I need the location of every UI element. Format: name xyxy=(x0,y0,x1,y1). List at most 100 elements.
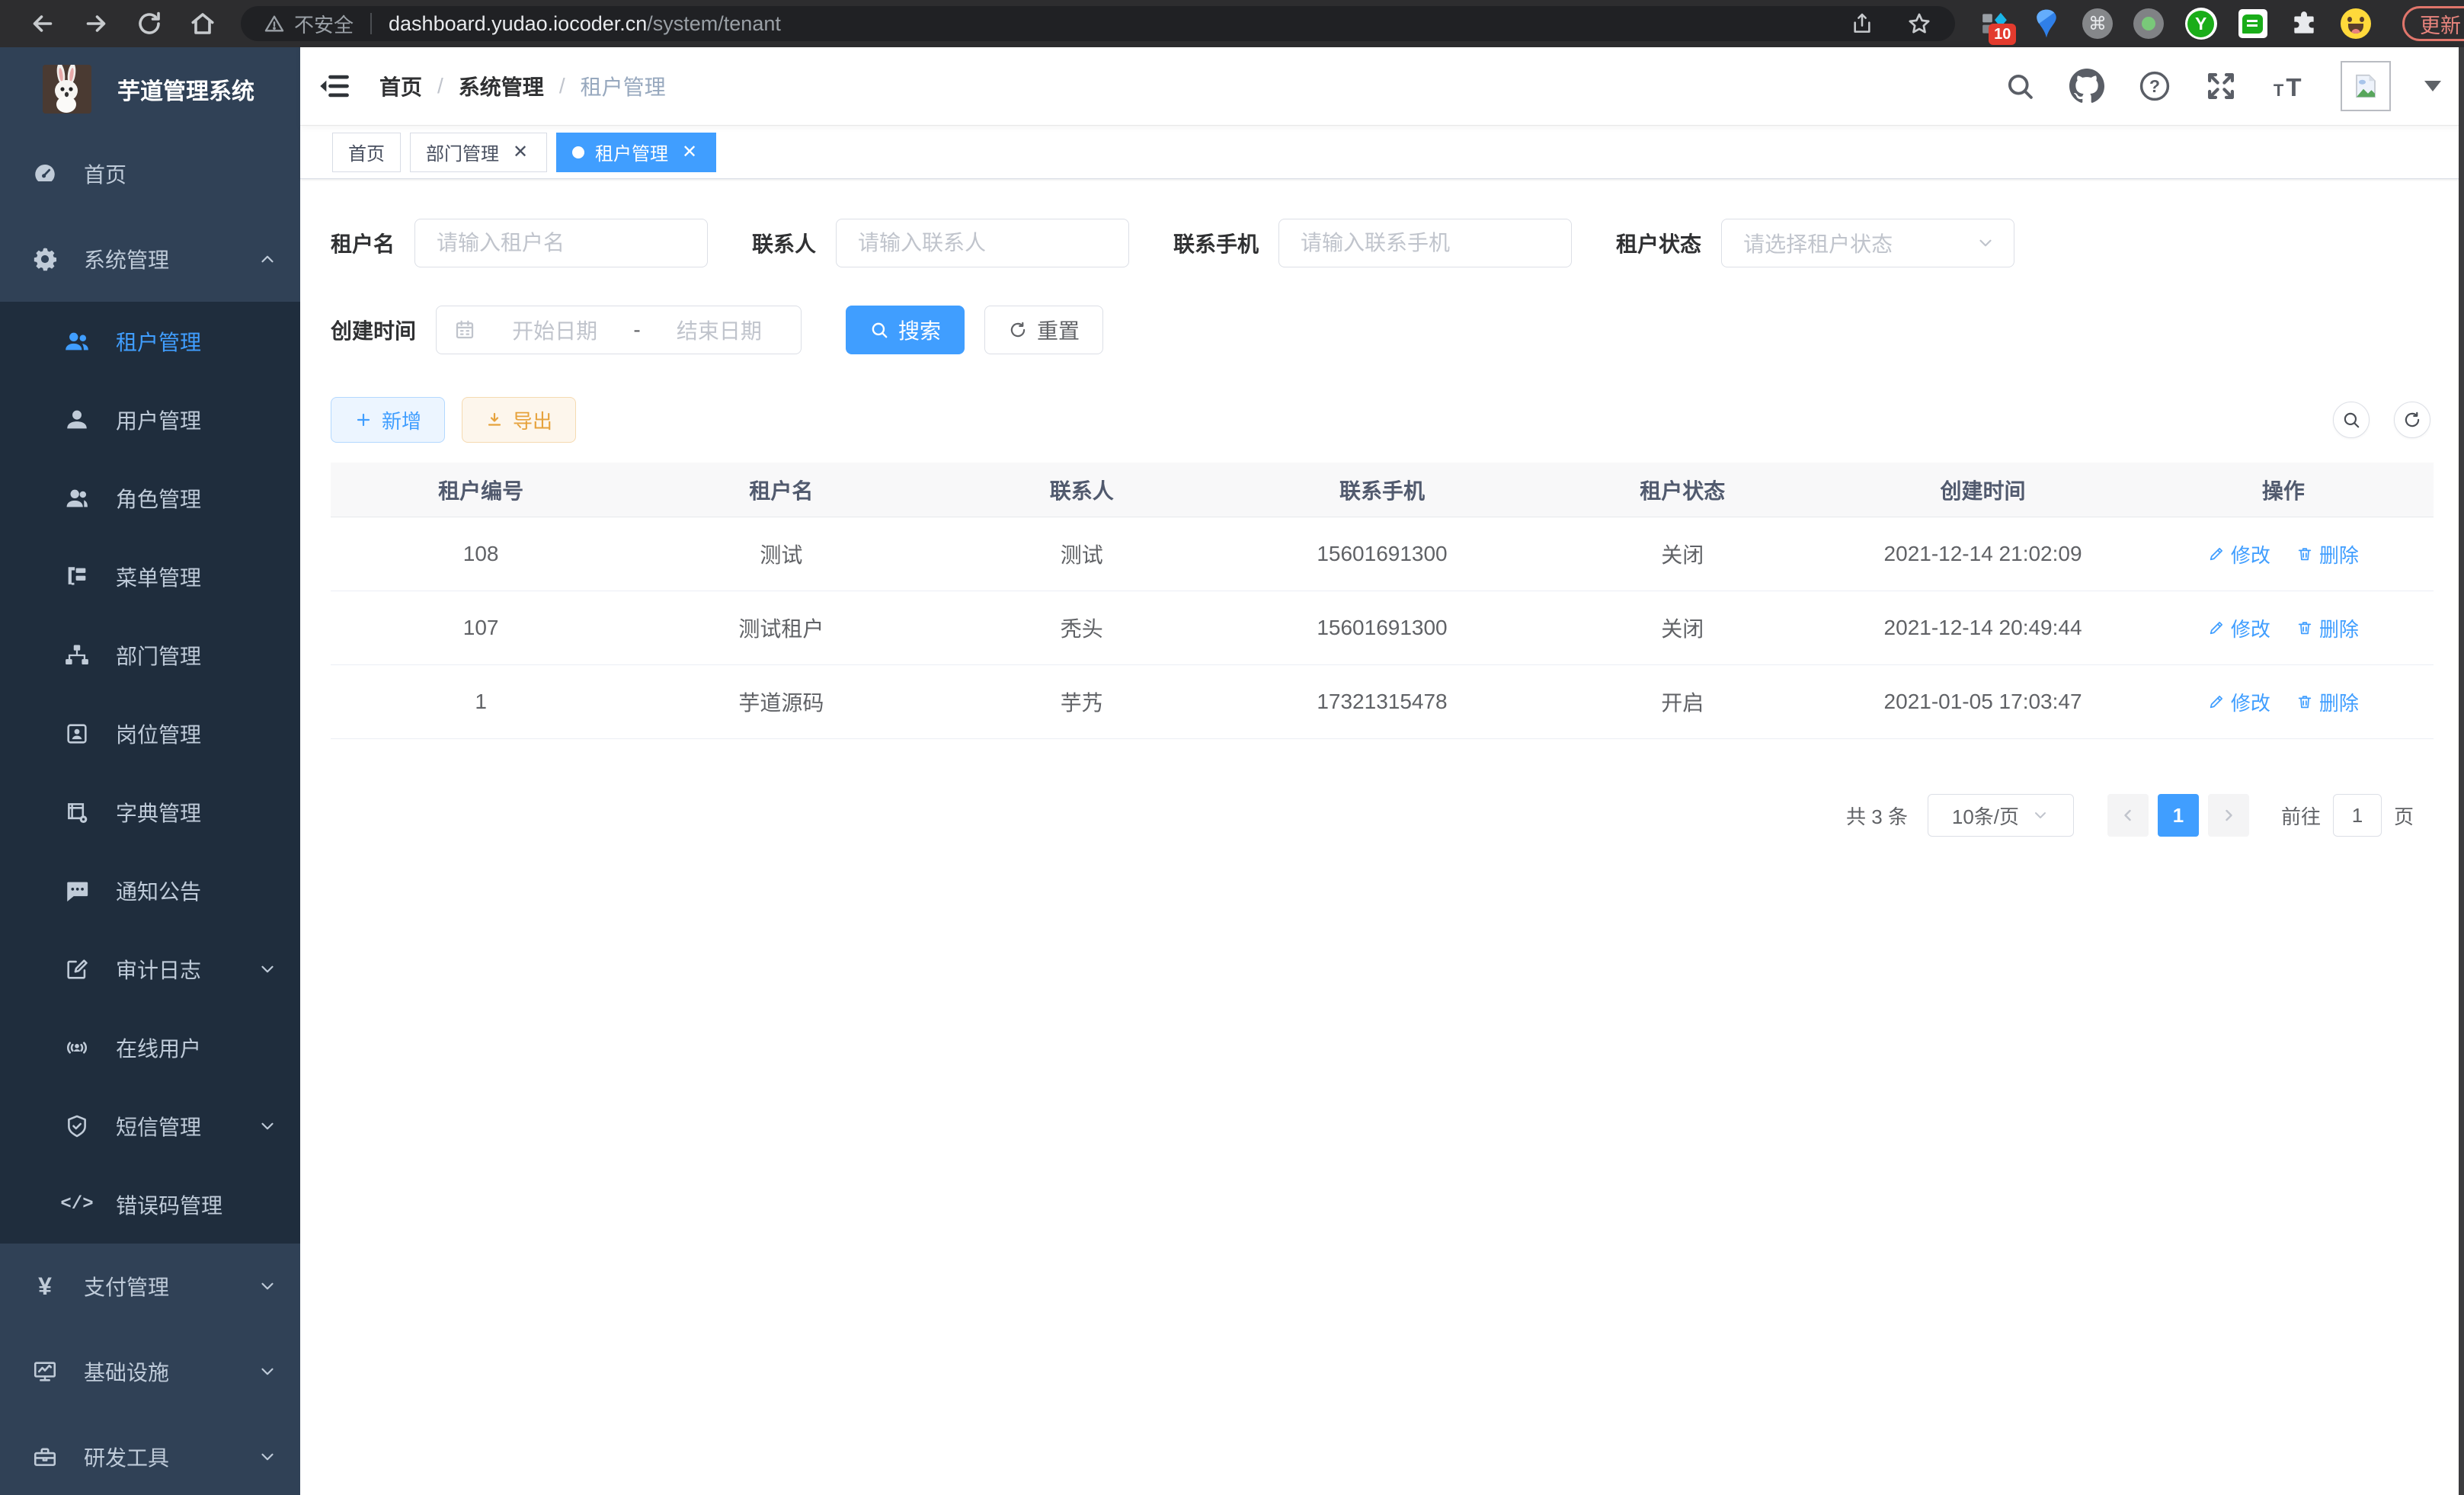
extension-y-icon[interactable]: Y xyxy=(2185,7,2217,40)
address-bar[interactable]: 不安全 dashboard.yudao.iocoder.cn/system/te… xyxy=(241,6,1955,41)
sidebar-item-role-management[interactable]: 角色管理 xyxy=(0,459,300,537)
peoples-icon xyxy=(64,328,90,354)
tag-home[interactable]: 首页 xyxy=(332,133,401,172)
page-suffix-label: 页 xyxy=(2394,802,2414,830)
tag-dept-management[interactable]: 部门管理 ✕ xyxy=(410,133,547,172)
breadcrumb: 首页 / 系统管理 / 租户管理 xyxy=(379,71,666,101)
cell-created: 2021-01-05 17:03:47 xyxy=(1832,690,2133,714)
goto-page-input[interactable] xyxy=(2333,794,2382,837)
contact-input[interactable] xyxy=(836,219,1129,267)
extension-emoji-icon[interactable] xyxy=(2341,7,2371,40)
sidebar-item-dept-management[interactable]: 部门管理 xyxy=(0,616,300,694)
current-page-button[interactable]: 1 xyxy=(2158,794,2199,837)
chevron-left-icon xyxy=(2119,806,2137,824)
github-link-button[interactable] xyxy=(2069,69,2104,104)
sidebar-item-audit-log[interactable]: 审计日志 xyxy=(0,930,300,1008)
tenant-page-content: 租户名 联系人 联系手机 租户状态 请选择租户状态 xyxy=(300,179,2464,1495)
security-label: 不安全 xyxy=(294,10,354,38)
extension-tabs-icon[interactable]: 10 xyxy=(1979,7,2010,40)
reset-button[interactable]: 重置 xyxy=(984,306,1103,354)
help-doc-button[interactable]: ? xyxy=(2138,69,2171,103)
close-tag-icon[interactable]: ✕ xyxy=(510,142,531,163)
header-search-button[interactable] xyxy=(2004,70,2036,102)
browser-extensions-button[interactable] xyxy=(2289,7,2319,40)
edit-row-button[interactable]: 修改 xyxy=(2208,540,2270,568)
edit-row-button[interactable]: 修改 xyxy=(2208,614,2270,642)
export-button[interactable]: 导出 xyxy=(462,397,576,443)
edit-pencil-icon xyxy=(2208,693,2225,710)
search-button[interactable]: 搜索 xyxy=(846,306,965,354)
extension-command-icon[interactable]: ⌘ xyxy=(2082,7,2113,40)
sidebar-item-sms-management[interactable]: 短信管理 xyxy=(0,1087,300,1165)
browser-forward-button[interactable] xyxy=(73,6,119,41)
breadcrumb-system[interactable]: 系统管理 xyxy=(459,71,544,101)
not-secure-warning-icon xyxy=(264,13,285,34)
cell-contact: 测试 xyxy=(932,539,1232,569)
refresh-table-button[interactable] xyxy=(2394,402,2430,438)
user-menu-caret-icon[interactable] xyxy=(2424,81,2441,91)
delete-row-button[interactable]: 删除 xyxy=(2296,614,2359,642)
chevron-down-icon xyxy=(258,1362,277,1381)
add-button[interactable]: 新增 xyxy=(331,397,445,443)
app-logo[interactable]: 芋道管理系统 xyxy=(0,47,300,131)
column-header-tenant-name: 租户名 xyxy=(631,475,931,505)
toggle-search-button[interactable] xyxy=(2333,402,2370,438)
browser-back-button[interactable] xyxy=(20,6,66,41)
sidebar-item-pay-management[interactable]: ¥ 支付管理 xyxy=(0,1244,300,1329)
forward-arrow-icon xyxy=(82,10,110,37)
bookmark-star-icon[interactable] xyxy=(1906,11,1932,37)
cell-tenant-name: 芋道源码 xyxy=(631,687,931,717)
sidebar-item-online-users[interactable]: 在线用户 xyxy=(0,1008,300,1087)
browser-home-button[interactable] xyxy=(180,6,226,41)
breadcrumb-home[interactable]: 首页 xyxy=(379,71,422,101)
delete-row-button[interactable]: 删除 xyxy=(2296,688,2359,716)
delete-row-button[interactable]: 删除 xyxy=(2296,540,2359,568)
fullscreen-button[interactable] xyxy=(2205,70,2237,102)
sidebar: 芋道管理系统 首页 系统管理 租户管理 xyxy=(0,47,300,1495)
sidebar-item-dev-tools[interactable]: 研发工具 xyxy=(0,1414,300,1495)
tenant-name-label: 租户名 xyxy=(331,228,395,258)
tag-tenant-management[interactable]: 租户管理 ✕ xyxy=(556,133,716,172)
fold-menu-icon xyxy=(318,69,351,103)
sidebar-item-dict-management[interactable]: 字典管理 xyxy=(0,773,300,851)
font-size-button[interactable]: T T xyxy=(2270,69,2307,103)
cell-mobile: 15601691300 xyxy=(1232,542,1532,566)
share-icon[interactable] xyxy=(1850,11,1874,36)
browser-reload-button[interactable] xyxy=(126,6,172,41)
sidebar-item-notice[interactable]: 通知公告 xyxy=(0,851,300,930)
user-avatar[interactable] xyxy=(2341,61,2391,111)
sidebar-fold-button[interactable] xyxy=(300,47,369,125)
next-page-button[interactable] xyxy=(2208,794,2249,837)
page-size-select[interactable]: 10条/页 xyxy=(1928,794,2074,837)
svg-text:?: ? xyxy=(2149,76,2160,96)
tenant-name-input[interactable] xyxy=(414,219,708,267)
sidebar-item-error-code-management[interactable]: </> 错误码管理 xyxy=(0,1165,300,1244)
edit-row-button[interactable]: 修改 xyxy=(2208,688,2270,716)
extension-recorder-icon[interactable] xyxy=(2133,7,2164,40)
table-row: 107 测试租户 秃头 15601691300 关闭 2021-12-14 20… xyxy=(331,591,2434,665)
sidebar-item-system-management[interactable]: 系统管理 xyxy=(0,216,300,302)
sidebar-item-home[interactable]: 首页 xyxy=(0,131,300,216)
chevron-down-icon xyxy=(258,1276,277,1296)
sidebar-item-tenant-management[interactable]: 租户管理 xyxy=(0,302,300,380)
calendar-icon xyxy=(453,319,476,341)
goto-label: 前往 xyxy=(2281,802,2321,830)
extension-balloon-icon[interactable] xyxy=(2030,7,2061,40)
extension-chat-icon[interactable] xyxy=(2238,7,2268,40)
sidebar-item-menu-management[interactable]: 菜单管理 xyxy=(0,537,300,616)
green-dot-icon xyxy=(2133,8,2164,39)
cell-contact: 秃头 xyxy=(932,613,1232,643)
dict-icon xyxy=(64,799,90,825)
sidebar-item-post-management[interactable]: 岗位管理 xyxy=(0,694,300,773)
sidebar-item-infrastructure[interactable]: 基础设施 xyxy=(0,1329,300,1414)
mobile-label: 联系手机 xyxy=(1173,228,1259,258)
chevron-down-icon xyxy=(258,1447,277,1467)
create-time-range-picker[interactable]: 开始日期 - 结束日期 xyxy=(436,306,802,354)
close-tag-icon[interactable]: ✕ xyxy=(679,142,700,163)
prev-page-button[interactable] xyxy=(2107,794,2149,837)
mobile-input[interactable] xyxy=(1278,219,1572,267)
status-select[interactable]: 请选择租户状态 xyxy=(1721,219,2014,267)
sidebar-item-user-management[interactable]: 用户管理 xyxy=(0,380,300,459)
browser-update-button[interactable]: 更新 xyxy=(2402,6,2464,41)
back-arrow-icon xyxy=(29,10,56,37)
